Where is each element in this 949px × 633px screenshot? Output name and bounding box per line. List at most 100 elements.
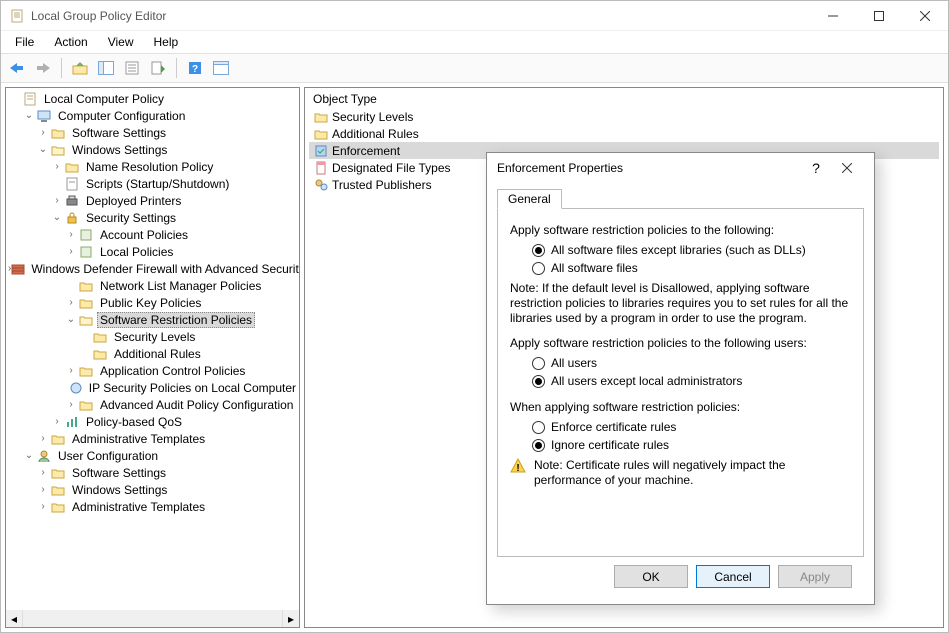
expand-icon[interactable]: ⌄ bbox=[22, 109, 36, 123]
show-tree-button[interactable] bbox=[94, 56, 118, 80]
close-button[interactable] bbox=[902, 1, 948, 31]
back-button[interactable] bbox=[5, 56, 29, 80]
list-column-header[interactable]: Object Type bbox=[305, 88, 943, 108]
tree-security-settings[interactable]: ⌄ Security Settings bbox=[6, 209, 299, 226]
tree-pane[interactable]: Local Computer Policy ⌄ Computer Configu… bbox=[5, 87, 300, 628]
radio-all-files[interactable]: All software files bbox=[532, 261, 851, 275]
toolbar-sep-2 bbox=[176, 58, 177, 78]
folder-icon bbox=[50, 482, 66, 498]
tree-local-policies[interactable]: › Local Policies bbox=[6, 243, 299, 260]
tree-computer-config[interactable]: ⌄ Computer Configuration bbox=[6, 107, 299, 124]
app-icon bbox=[9, 8, 25, 24]
properties-button[interactable] bbox=[120, 56, 144, 80]
tree-scrollbar[interactable]: ◂ ▸ bbox=[6, 610, 299, 627]
folder-icon bbox=[78, 278, 94, 294]
menu-help[interactable]: Help bbox=[144, 33, 189, 51]
tree-label: Name Resolution Policy bbox=[83, 159, 216, 175]
dialog-title: Enforcement Properties bbox=[497, 161, 802, 175]
tree-cc-software-settings[interactable]: › Software Settings bbox=[6, 124, 299, 141]
warning-text: Note: Certificate rules will negatively … bbox=[534, 458, 851, 488]
help-button[interactable]: ? bbox=[183, 56, 207, 80]
tree-scripts[interactable]: Scripts (Startup/Shutdown) bbox=[6, 175, 299, 192]
titlebar: Local Group Policy Editor bbox=[1, 1, 948, 31]
tree-cc-windows-settings[interactable]: ⌄ Windows Settings bbox=[6, 141, 299, 158]
radio-all-users[interactable]: All users bbox=[532, 356, 851, 370]
tree-srp-additional-rules[interactable]: Additional Rules bbox=[6, 345, 299, 362]
radio-users-except-admins[interactable]: All users except local administrators bbox=[532, 374, 851, 388]
section-apply-to-users: Apply software restriction policies to t… bbox=[510, 336, 851, 350]
folder-icon bbox=[313, 126, 329, 142]
radio-icon bbox=[532, 421, 545, 434]
maximize-button[interactable] bbox=[856, 1, 902, 31]
radio-files-except-libs[interactable]: All software files except libraries (suc… bbox=[532, 243, 851, 257]
radio-ignore-cert[interactable]: Ignore certificate rules bbox=[532, 438, 851, 452]
expand-icon[interactable]: › bbox=[36, 500, 50, 514]
user-icon bbox=[36, 448, 52, 464]
tab-general[interactable]: General bbox=[497, 189, 562, 209]
expand-icon[interactable]: › bbox=[64, 398, 78, 412]
expand-icon[interactable]: › bbox=[36, 432, 50, 446]
tree-label: Windows Defender Firewall with Advanced … bbox=[28, 261, 300, 277]
policy-icon bbox=[78, 244, 94, 260]
expand-icon[interactable]: › bbox=[50, 194, 64, 208]
policy-tree: Local Computer Policy ⌄ Computer Configu… bbox=[6, 88, 299, 517]
filter-button[interactable] bbox=[209, 56, 233, 80]
up-button[interactable] bbox=[68, 56, 92, 80]
minimize-button[interactable] bbox=[810, 1, 856, 31]
menu-action[interactable]: Action bbox=[44, 33, 97, 51]
tree-nlm[interactable]: Network List Manager Policies bbox=[6, 277, 299, 294]
expand-icon[interactable]: › bbox=[64, 296, 78, 310]
expand-icon[interactable]: › bbox=[64, 245, 78, 259]
tree-ipsec[interactable]: IP Security Policies on Local Computer bbox=[6, 379, 299, 396]
expand-icon[interactable]: ⌄ bbox=[22, 449, 36, 463]
radio-icon bbox=[532, 244, 545, 257]
expand-icon[interactable]: ⌄ bbox=[64, 313, 78, 327]
tree-uc-windows-settings[interactable]: › Windows Settings bbox=[6, 481, 299, 498]
expand-icon[interactable]: › bbox=[36, 126, 50, 140]
dialog-help-button[interactable]: ? bbox=[802, 160, 830, 176]
apply-button[interactable]: Apply bbox=[778, 565, 852, 588]
dialog-close-button[interactable] bbox=[830, 163, 864, 173]
tree-qos[interactable]: › Policy-based QoS bbox=[6, 413, 299, 430]
shield-lock-icon bbox=[64, 210, 80, 226]
tree-aapc[interactable]: › Advanced Audit Policy Configuration bbox=[6, 396, 299, 413]
tree-srp-security-levels[interactable]: Security Levels bbox=[6, 328, 299, 345]
forward-button[interactable] bbox=[31, 56, 55, 80]
tree-cc-admin-templates[interactable]: › Administrative Templates bbox=[6, 430, 299, 447]
export-button[interactable] bbox=[146, 56, 170, 80]
expand-icon[interactable]: › bbox=[50, 415, 64, 429]
tree-nrp[interactable]: › Name Resolution Policy bbox=[6, 158, 299, 175]
cancel-button[interactable]: Cancel bbox=[696, 565, 770, 588]
policy-icon bbox=[22, 91, 38, 107]
tree-uc-admin-templates[interactable]: › Administrative Templates bbox=[6, 498, 299, 515]
expand-icon[interactable]: › bbox=[64, 228, 78, 242]
tree-root[interactable]: Local Computer Policy bbox=[6, 90, 299, 107]
menu-file[interactable]: File bbox=[5, 33, 44, 51]
folder-icon bbox=[92, 346, 108, 362]
tree-acp[interactable]: › Application Control Policies bbox=[6, 362, 299, 379]
tree-label: Additional Rules bbox=[111, 346, 204, 362]
tree-user-config[interactable]: ⌄ User Configuration bbox=[6, 447, 299, 464]
tree-wdf[interactable]: › Windows Defender Firewall with Advance… bbox=[6, 260, 299, 277]
expand-icon[interactable]: › bbox=[36, 483, 50, 497]
note-libraries: Note: If the default level is Disallowed… bbox=[510, 281, 851, 326]
tree-public-key[interactable]: › Public Key Policies bbox=[6, 294, 299, 311]
menu-view[interactable]: View bbox=[98, 33, 144, 51]
expand-icon[interactable]: › bbox=[50, 160, 64, 174]
tab-content: Apply software restriction policies to t… bbox=[497, 209, 864, 557]
expand-icon[interactable]: ⌄ bbox=[36, 143, 50, 157]
tree-srp[interactable]: ⌄ Software Restriction Policies bbox=[6, 311, 299, 328]
radio-enforce-cert[interactable]: Enforce certificate rules bbox=[532, 420, 851, 434]
qos-icon bbox=[64, 414, 80, 430]
expand-icon[interactable]: › bbox=[64, 364, 78, 378]
list-item[interactable]: Additional Rules bbox=[309, 125, 939, 142]
svg-text:?: ? bbox=[192, 64, 198, 75]
expand-icon[interactable]: ⌄ bbox=[50, 211, 64, 225]
list-item[interactable]: Security Levels bbox=[309, 108, 939, 125]
tree-uc-software-settings[interactable]: › Software Settings bbox=[6, 464, 299, 481]
ok-button[interactable]: OK bbox=[614, 565, 688, 588]
tree-account-policies[interactable]: › Account Policies bbox=[6, 226, 299, 243]
folder-icon bbox=[50, 499, 66, 515]
tree-printers[interactable]: › Deployed Printers bbox=[6, 192, 299, 209]
expand-icon[interactable]: › bbox=[36, 466, 50, 480]
